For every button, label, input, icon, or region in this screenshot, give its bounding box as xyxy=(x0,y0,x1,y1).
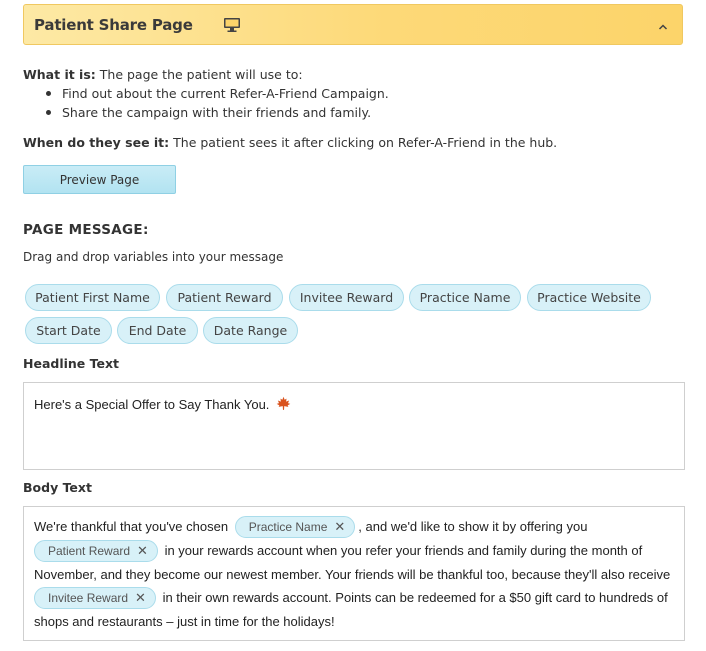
variable-chip-end-date[interactable]: End Date xyxy=(117,317,198,344)
close-icon[interactable]: ✕ xyxy=(137,540,148,562)
monitor-icon xyxy=(223,17,241,33)
what-it-is-label: What it is: xyxy=(23,67,96,82)
when-description: The patient sees it after clicking on Re… xyxy=(169,135,558,150)
purpose-list: Find out about the current Refer-A-Frien… xyxy=(46,84,389,122)
chip-label: Invitee Reward xyxy=(48,591,129,605)
when-label: When do they see it: xyxy=(23,135,170,150)
inserted-chip-invitee-reward[interactable]: Invitee Reward ✕ xyxy=(34,587,156,609)
list-item: Find out about the current Refer-A-Frien… xyxy=(46,84,389,103)
variable-chip-patient-first-name[interactable]: Patient First Name xyxy=(25,284,160,311)
variable-chip-start-date[interactable]: Start Date xyxy=(25,317,112,344)
close-icon[interactable]: ✕ xyxy=(135,587,146,609)
list-item: Share the campaign with their friends an… xyxy=(46,103,389,122)
variable-chip-invitee-reward[interactable]: Invitee Reward xyxy=(289,284,404,311)
headline-text: Here's a Special Offer to Say Thank You. xyxy=(34,397,270,412)
body-text-segment: , and we'd like to show it by offering y… xyxy=(358,519,588,534)
what-it-is-text: What it is: The page the patient will us… xyxy=(23,67,303,82)
variable-chip-practice-name[interactable]: Practice Name xyxy=(409,284,521,311)
variable-chip-date-range[interactable]: Date Range xyxy=(203,317,298,344)
chip-label: Practice Name xyxy=(248,520,328,534)
section-header[interactable]: Patient Share Page xyxy=(23,4,683,45)
headline-content: Here's a Special Offer to Say Thank You. xyxy=(34,396,291,412)
body-text-segment: shops and restaurants – just in time for… xyxy=(34,614,335,629)
headline-input[interactable]: Here's a Special Offer to Say Thank You. xyxy=(23,382,685,470)
page-message-title: PAGE MESSAGE: xyxy=(23,222,149,238)
inserted-chip-patient-reward[interactable]: Patient Reward ✕ xyxy=(34,540,158,562)
body-text-segment: in your rewards account when you refer y… xyxy=(164,543,643,558)
inserted-chip-practice-name[interactable]: Practice Name ✕ xyxy=(234,516,356,538)
section-title: Patient Share Page xyxy=(34,15,193,34)
variable-chip-patient-reward[interactable]: Patient Reward xyxy=(166,284,283,311)
drag-instructions: Drag and drop variables into your messag… xyxy=(23,250,284,264)
headline-label: Headline Text xyxy=(23,356,120,371)
variable-chip-practice-website[interactable]: Practice Website xyxy=(527,284,651,311)
body-label: Body Text xyxy=(23,480,92,495)
chevron-up-icon[interactable] xyxy=(657,18,669,30)
body-text-segment: We're thankful that you've chosen xyxy=(34,519,229,534)
maple-leaf-icon xyxy=(276,396,291,411)
body-text-segment: November, and they become our newest mem… xyxy=(34,567,671,582)
chip-label: Patient Reward xyxy=(48,544,131,558)
close-icon[interactable]: ✕ xyxy=(334,516,345,538)
preview-page-button[interactable]: Preview Page xyxy=(23,165,176,194)
when-text: When do they see it: The patient sees it… xyxy=(23,135,557,150)
body-text-input[interactable]: We're thankful that you've chosen Practi… xyxy=(23,506,685,641)
body-text-segment: in their own rewards account. Points can… xyxy=(162,590,668,605)
what-it-is-description: The page the patient will use to: xyxy=(95,67,303,82)
